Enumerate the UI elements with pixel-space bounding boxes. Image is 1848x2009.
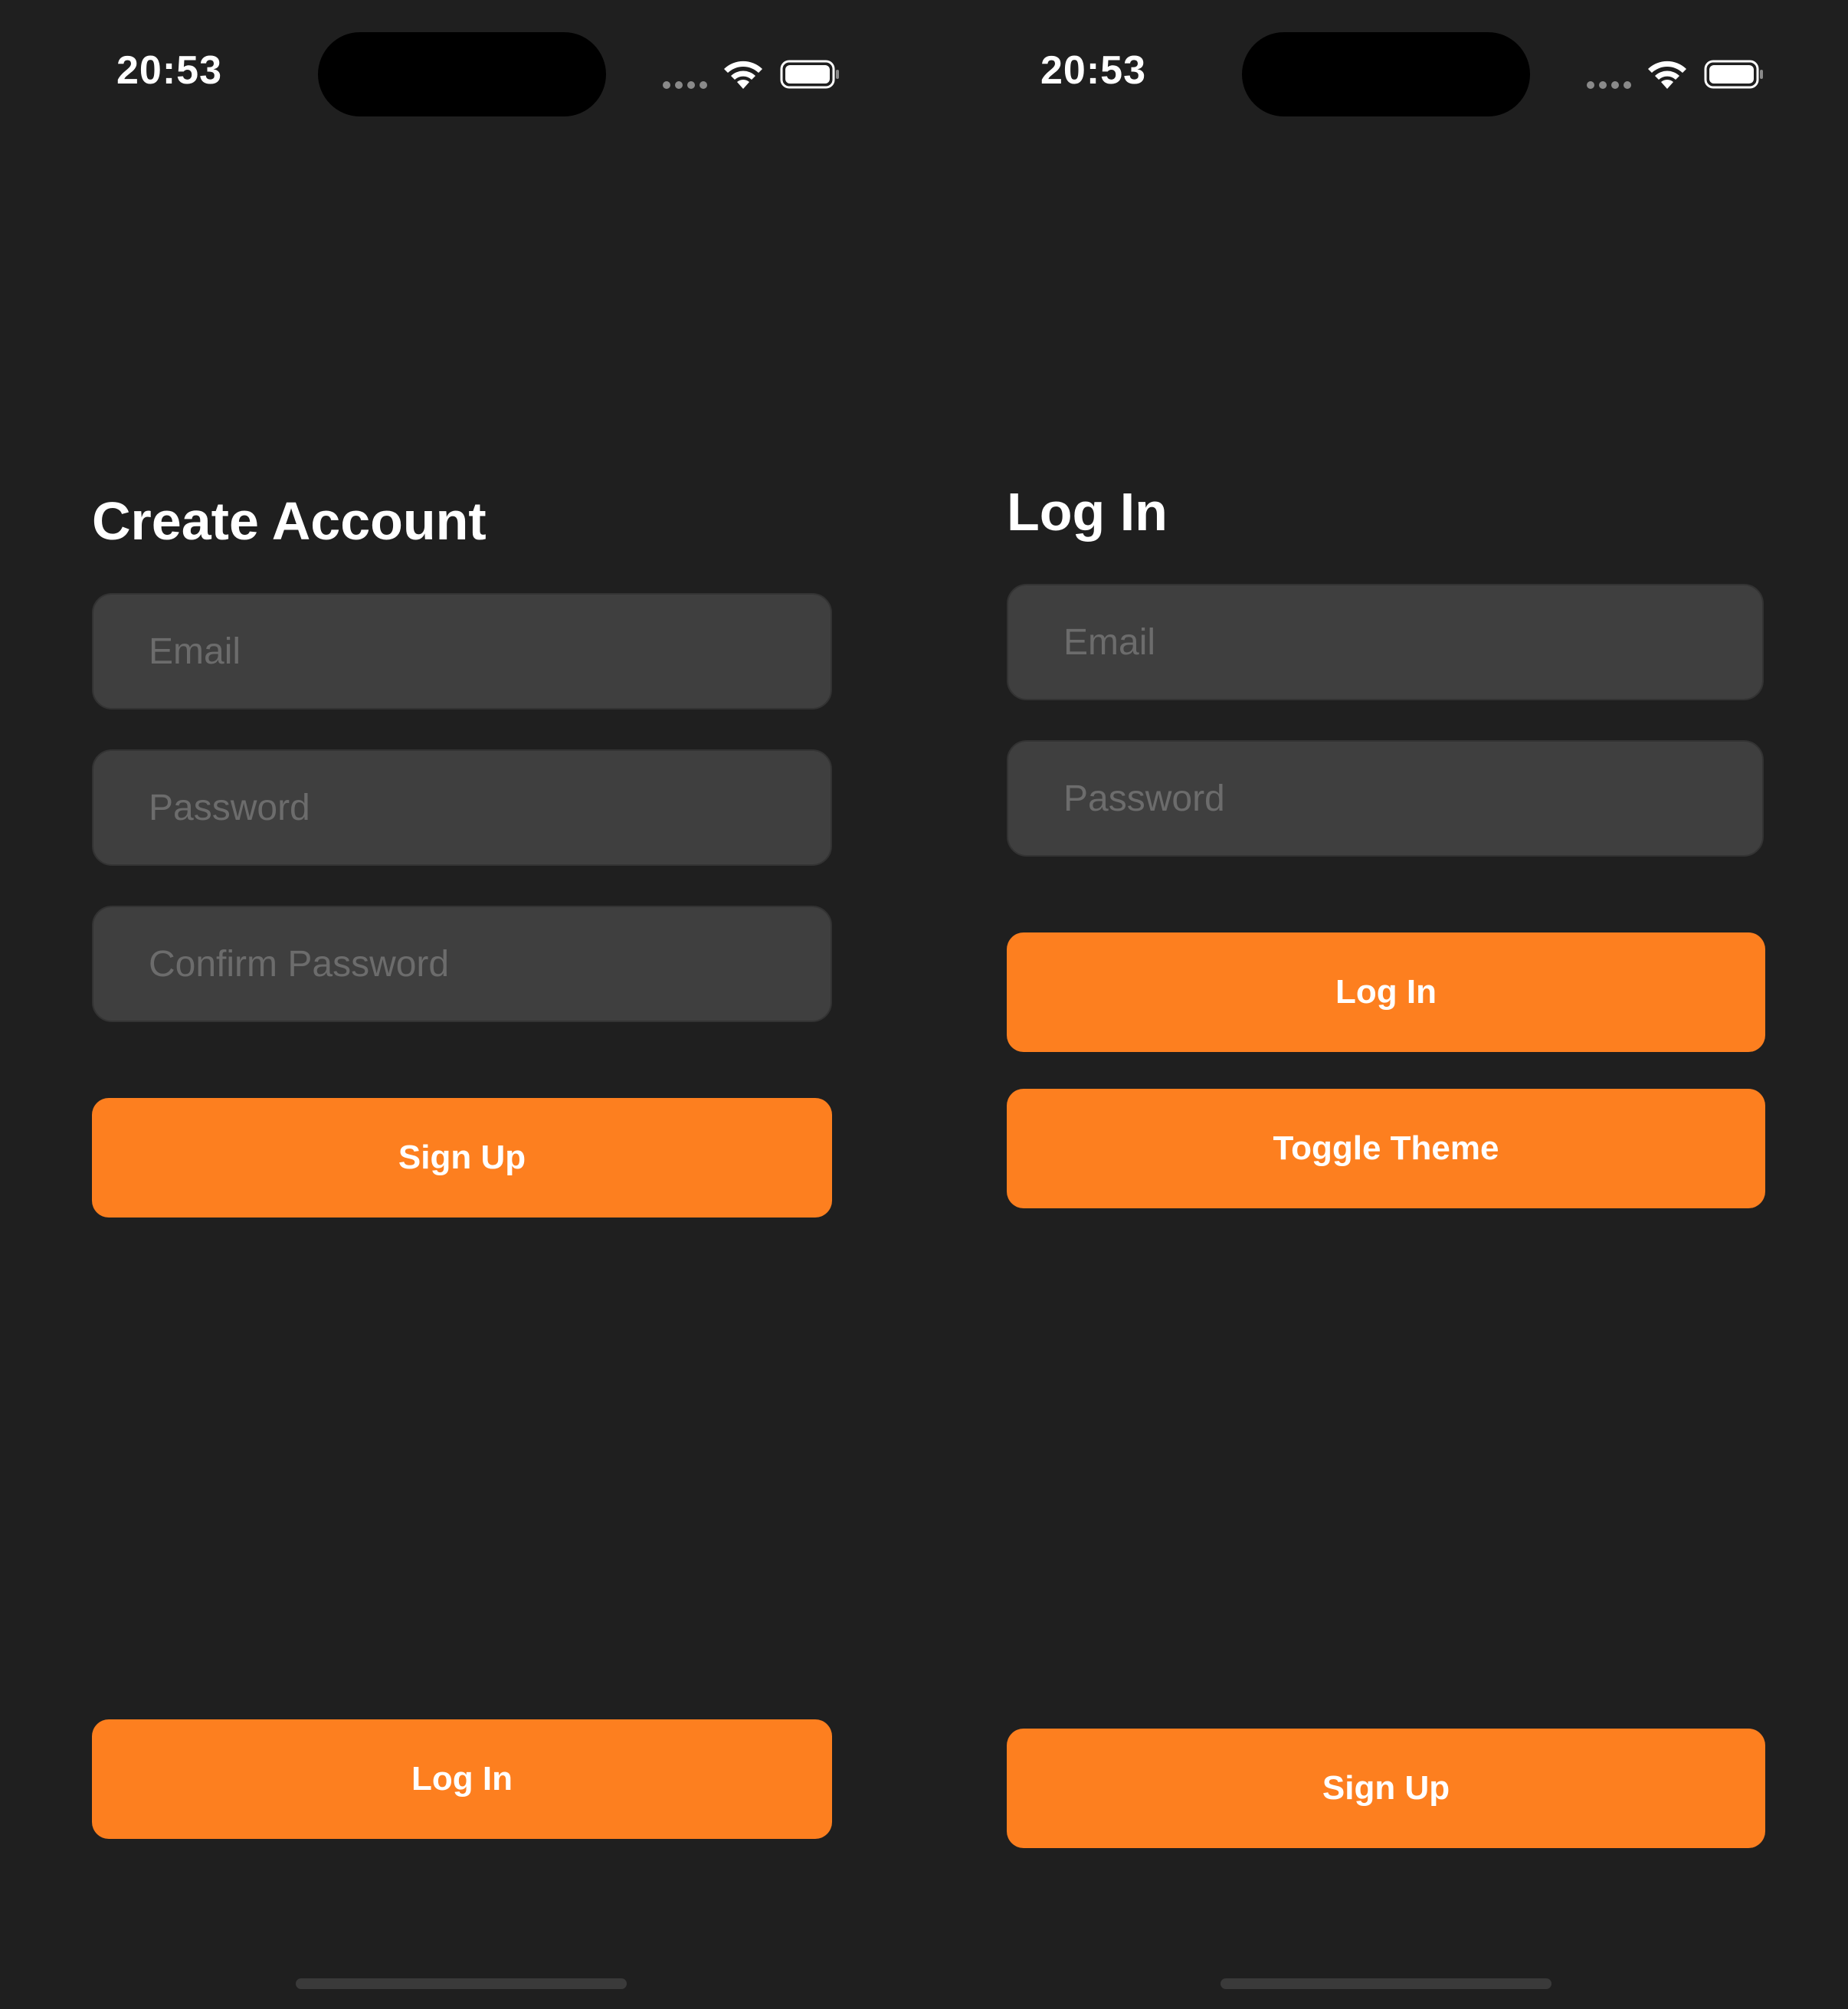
confirm-password-input[interactable]	[149, 942, 775, 985]
signal-dots-icon	[663, 81, 707, 89]
signup-screen: 20:53 Create Account Sign Up Log In	[0, 0, 924, 2009]
signup-button[interactable]: Sign Up	[1007, 1729, 1765, 1848]
signup-button[interactable]: Sign Up	[92, 1098, 832, 1218]
home-indicator[interactable]	[1221, 1978, 1551, 1989]
password-input[interactable]	[1063, 777, 1707, 820]
toggle-theme-button[interactable]: Toggle Theme	[1007, 1089, 1765, 1208]
battery-icon	[780, 60, 839, 89]
signal-dots-icon	[1587, 81, 1631, 89]
login-screen: 20:53 Log In Log In Toggle Theme Sign Up	[924, 0, 1848, 2009]
home-indicator[interactable]	[296, 1978, 627, 1989]
email-field[interactable]	[1007, 584, 1764, 700]
email-field[interactable]	[92, 593, 832, 710]
password-field[interactable]	[92, 749, 832, 866]
password-field[interactable]	[1007, 740, 1764, 857]
login-button[interactable]: Log In	[1007, 932, 1765, 1052]
email-input[interactable]	[149, 630, 775, 673]
password-input[interactable]	[149, 786, 775, 829]
status-time: 20:53	[116, 48, 222, 93]
dynamic-island	[1242, 32, 1530, 116]
page-title: Create Account	[92, 491, 487, 551]
login-button[interactable]: Log In	[92, 1719, 832, 1839]
confirm-password-field[interactable]	[92, 906, 832, 1022]
dynamic-island	[318, 32, 606, 116]
wifi-icon	[1648, 61, 1686, 89]
page-title: Log In	[1007, 482, 1168, 542]
wifi-icon	[724, 61, 762, 89]
email-input[interactable]	[1063, 621, 1707, 664]
status-time: 20:53	[1040, 48, 1146, 93]
battery-icon	[1704, 60, 1763, 89]
